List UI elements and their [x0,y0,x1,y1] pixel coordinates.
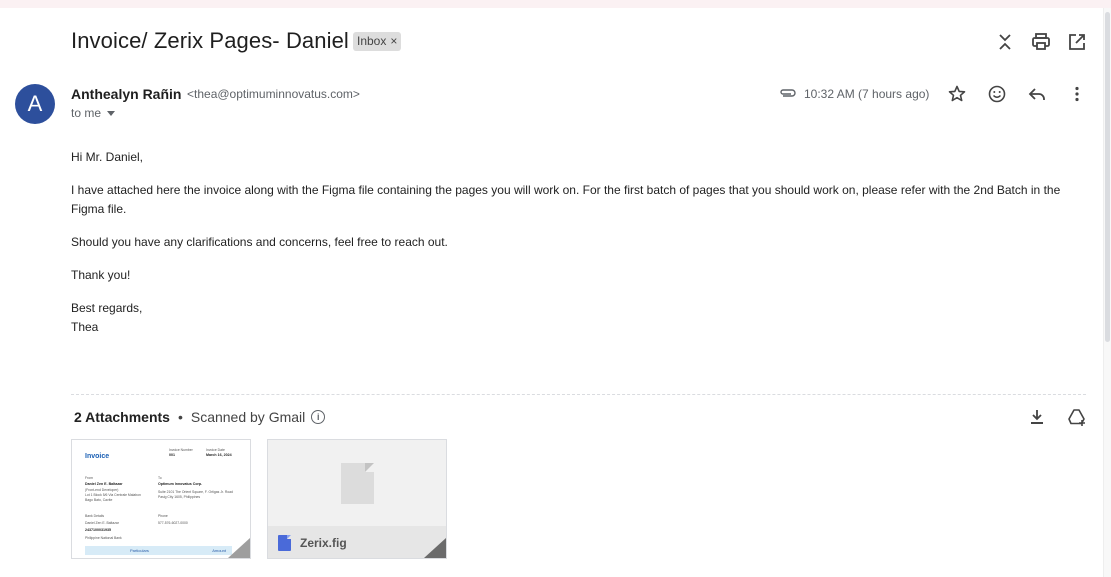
to-address-2: Pasig City 1605, Philippines [158,495,201,499]
attachment-figma-file[interactable]: Zerix.fig [267,439,447,559]
bank-label: Bank Details [85,514,105,518]
invoice-number: 001 [169,453,175,457]
chevron-down-icon[interactable] [107,110,116,116]
invoice-date-label: Invoice Date [206,448,225,452]
greeting: Hi Mr. Daniel, [71,150,144,164]
star-icon[interactable] [945,82,969,106]
paperclip-icon [779,86,797,105]
bank-name: Philippine National Bank [85,536,122,540]
body-paragraph-3: Thank you! [71,268,131,282]
open-in-new-window-icon[interactable] [1065,30,1089,54]
attachments-divider [71,394,1086,395]
attachments-count: 2 Attachments [74,409,170,425]
attachments-header: 2 Attachments • Scanned by Gmail i [74,409,326,425]
recipient-details-toggle[interactable]: to me [71,106,116,120]
attachment-footer: Zerix.fig [268,526,446,558]
to-label: To [158,476,162,480]
emoji-reaction-icon[interactable] [985,82,1009,106]
info-icon[interactable]: i [311,410,326,424]
email-body: Hi Mr. Daniel, I have attached here the … [71,148,1071,337]
collapse-all-icon[interactable] [993,30,1017,54]
sender-name[interactable]: Anthealyn Rañin [71,86,181,102]
from-address-2: Bago Bato, Cavite [85,498,113,502]
particulars-column: Particulars [130,548,149,553]
from-address-1: Lot 1 Block 5/6 Via Centrale Malabon [85,493,141,497]
signature: Thea [71,320,99,334]
from-label: From [85,476,93,480]
scrollbar-thumb[interactable] [1105,12,1110,342]
body-paragraph-1: I have attached here the invoice along w… [71,183,1061,216]
bank-account-name: Daniel Zen E. Baltazar [85,521,119,525]
body-paragraph-2: Should you have any clarifications and c… [71,235,448,249]
invoice-title: Invoice [85,453,110,460]
to-address-1: Suite 2101 The Orient Square, F. Ortigas… [158,490,233,494]
from-role: (Front-end Developer) [85,488,119,492]
phone-number: 577-576-6027-0000 [158,521,188,525]
scanned-by-gmail: Scanned by Gmail [190,409,306,425]
amount-column: Amount [212,548,226,553]
closing: Best regards, [71,301,143,315]
email-subject: Invoice/ Zerix Pages- Daniel [71,28,349,53]
sender-avatar[interactable]: A [15,84,55,124]
bank-account-number: 2437100031935 [85,528,111,532]
inbox-label-text: Inbox [357,34,387,48]
separator-dot: • [177,409,183,425]
email-timestamp: 10:32 AM (7 hours ago) [804,87,930,101]
download-all-icon[interactable] [1025,405,1049,429]
attachment-file-name: Zerix.fig [300,536,347,550]
from-name: Daniel Zen E. Baltazar [85,482,123,486]
reply-icon[interactable] [1025,82,1049,106]
phone-label: Phone [158,514,168,518]
more-vert-icon[interactable] [1065,82,1089,106]
invoice-date: March 16, 2024 [206,453,232,457]
page-fold [424,538,446,558]
sender-email: <thea@optimuminnovatus.com> [187,87,360,101]
recipient-text: to me [71,106,102,120]
print-icon[interactable] [1029,30,1053,54]
page-fold [228,538,250,558]
invoice-table-header: Particulars Amount [85,546,232,555]
inbox-label-chip[interactable]: Inbox × [353,32,402,51]
figma-file-icon [278,535,291,551]
remove-label-icon[interactable]: × [390,34,397,48]
to-company: Optimum Innovatus Corp. [158,482,203,486]
add-to-drive-icon[interactable] [1065,405,1089,429]
attachment-invoice[interactable]: Invoice Invoice Number 001 Invoice Date … [71,439,251,559]
top-strip [0,0,1111,8]
generic-file-icon [341,463,374,504]
invoice-preview: Invoice Invoice Number 001 Invoice Date … [72,440,250,558]
invoice-number-label: Invoice Number [169,448,193,452]
